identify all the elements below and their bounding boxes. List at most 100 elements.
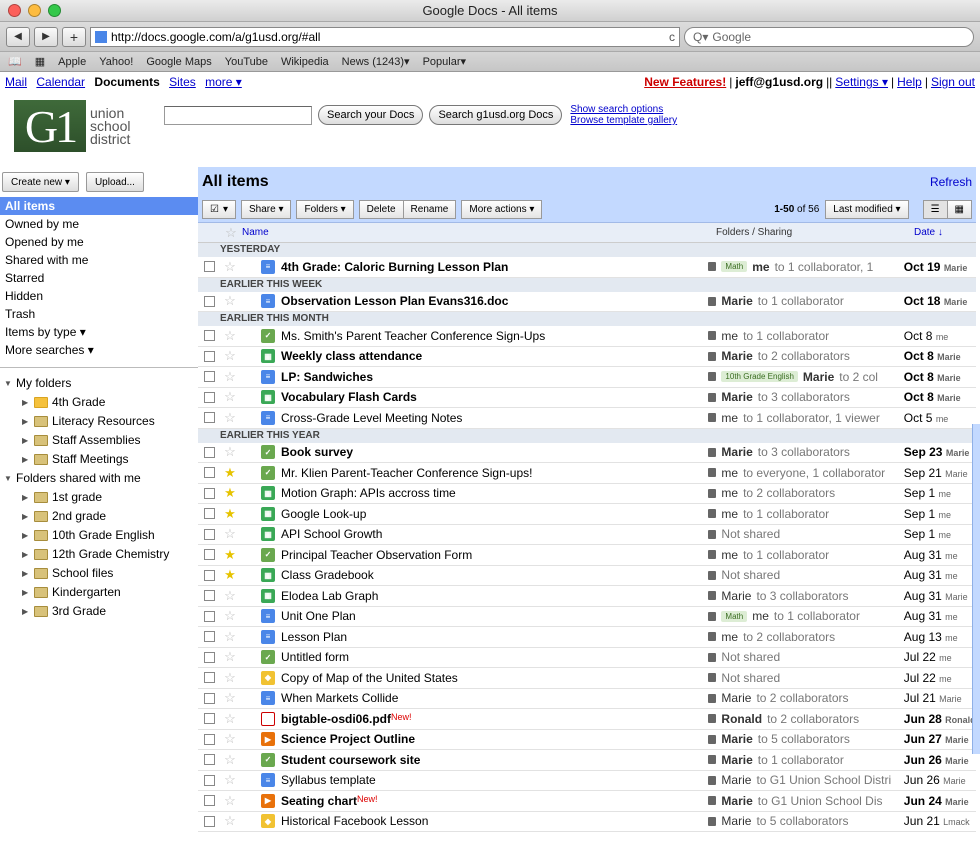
sidebar-item-opened-by-me[interactable]: Opened by me bbox=[0, 233, 198, 251]
doc-name-link[interactable]: LP: Sandwiches bbox=[281, 370, 708, 384]
table-row[interactable]: ☆ ✓ Untitled form Not shared Jul 22 me bbox=[198, 648, 976, 668]
star-icon[interactable]: ☆ bbox=[221, 369, 239, 385]
chevron-right-icon[interactable]: ▶ bbox=[22, 526, 30, 545]
delete-button[interactable]: Delete bbox=[358, 200, 404, 219]
doc-name-link[interactable]: Observation Lesson Plan Evans316.doc bbox=[281, 294, 708, 308]
doc-name-link[interactable]: Science Project Outline bbox=[281, 732, 708, 746]
sidebar-item-hidden[interactable]: Hidden bbox=[0, 287, 198, 305]
row-checkbox[interactable] bbox=[204, 733, 215, 745]
bookmark-google-maps[interactable]: Google Maps bbox=[146, 56, 211, 68]
table-row[interactable]: ☆ ▦ API School Growth Not shared Sep 1 me bbox=[198, 525, 976, 545]
select-menu-button[interactable]: ☑ ▾ bbox=[202, 200, 236, 219]
help-link[interactable]: Help bbox=[897, 75, 922, 89]
row-checkbox[interactable] bbox=[204, 795, 215, 807]
rename-button[interactable]: Rename bbox=[403, 200, 457, 219]
shared-folder-item[interactable]: ▶ 3rd Grade bbox=[0, 602, 198, 621]
browser-search-field[interactable]: Q▾ Google bbox=[684, 26, 974, 47]
star-icon[interactable]: ☆ bbox=[221, 772, 239, 788]
new-features-link[interactable]: New Features! bbox=[644, 75, 726, 89]
docs-search-input[interactable] bbox=[164, 105, 312, 125]
sidebar-item-shared-with-me[interactable]: Shared with me bbox=[0, 251, 198, 269]
star-icon[interactable]: ☆ bbox=[221, 293, 239, 309]
col-name-header[interactable]: Name bbox=[240, 227, 716, 238]
table-row[interactable]: ☆ ≡ Lesson Plan me to 2 collaborators Aug 13 … bbox=[198, 627, 976, 648]
folders-menu-button[interactable]: Folders ▾ bbox=[296, 200, 354, 219]
doc-name-link[interactable]: Ms. Smith's Parent Teacher Conference Si… bbox=[281, 329, 708, 343]
star-icon[interactable]: ☆ bbox=[221, 731, 239, 747]
star-icon[interactable]: ☆ bbox=[221, 588, 239, 604]
table-row[interactable]: ☆ ▦ Vocabulary Flash Cards Marie to 3 collab… bbox=[198, 388, 976, 408]
doc-name-link[interactable]: Class Gradebook bbox=[281, 568, 708, 582]
row-checkbox[interactable] bbox=[204, 391, 215, 403]
refresh-link[interactable]: Refresh bbox=[930, 175, 972, 189]
table-row[interactable]: ☆ ≡ Unit One Plan Math me to 1 collaborator Au… bbox=[198, 607, 976, 627]
shared-folders-toggle[interactable]: ▼ Folders shared with me bbox=[0, 469, 198, 488]
doc-name-link[interactable]: When Markets Collide bbox=[281, 691, 708, 705]
doc-name-link[interactable]: Cross-Grade Level Meeting Notes bbox=[281, 411, 708, 425]
doc-name-link[interactable]: 4th Grade: Caloric Burning Lesson Plan bbox=[281, 260, 708, 274]
star-icon[interactable]: ☆ bbox=[221, 259, 239, 275]
col-date-header[interactable]: Date ↓ bbox=[914, 227, 943, 238]
table-row[interactable]: ☆ ≡ LP: Sandwiches 10th Grade English Marie t… bbox=[198, 367, 976, 388]
row-checkbox[interactable] bbox=[204, 692, 215, 704]
doc-name-link[interactable]: Student coursework site bbox=[281, 753, 708, 767]
row-checkbox[interactable] bbox=[204, 330, 215, 342]
doc-name-link[interactable]: Seating chartNew! bbox=[281, 794, 708, 808]
gbar-mail-link[interactable]: Mail bbox=[5, 75, 27, 89]
row-checkbox[interactable] bbox=[204, 295, 215, 307]
chevron-right-icon[interactable]: ▶ bbox=[22, 545, 30, 564]
sidebar-item-all-items[interactable]: All items bbox=[0, 197, 198, 215]
row-checkbox[interactable] bbox=[204, 446, 215, 458]
back-button[interactable]: ◀ bbox=[6, 26, 30, 47]
star-icon[interactable]: ☆ bbox=[221, 649, 239, 665]
table-row[interactable]: ☆ ✓ Student coursework site Marie to 1 colla… bbox=[198, 750, 976, 771]
doc-name-link[interactable]: Elodea Lab Graph bbox=[281, 589, 708, 603]
shared-folder-item[interactable]: ▶ School files bbox=[0, 564, 198, 583]
chevron-right-icon[interactable]: ▶ bbox=[22, 602, 30, 621]
upload-button[interactable]: Upload... bbox=[85, 172, 144, 192]
list-view-icon[interactable]: ☰ bbox=[922, 200, 948, 219]
sidebar-item-trash[interactable]: Trash bbox=[0, 305, 198, 323]
folder-item[interactable]: ▶ 4th Grade bbox=[0, 393, 198, 412]
table-row[interactable]: ☆ ✓ Book survey Marie to 3 collaborators Sep … bbox=[198, 443, 976, 463]
bookmark-wikipedia[interactable]: Wikipedia bbox=[281, 56, 329, 68]
create-new-button[interactable]: Create new ▾ bbox=[2, 172, 79, 192]
table-row[interactable]: ☆ ✓ Ms. Smith's Parent Teacher Conference … bbox=[198, 326, 976, 347]
top-sites-grid-icon[interactable]: ▦ bbox=[35, 55, 45, 68]
sign-out-link[interactable]: Sign out bbox=[931, 75, 975, 89]
close-window-button[interactable] bbox=[8, 4, 21, 17]
row-checkbox[interactable] bbox=[204, 261, 215, 273]
row-checkbox[interactable] bbox=[204, 528, 215, 540]
add-bookmark-button[interactable]: + bbox=[62, 26, 86, 47]
table-row[interactable]: ☆ ▦ Elodea Lab Graph Marie to 3 collaborator… bbox=[198, 586, 976, 607]
folder-item[interactable]: ▶ Literacy Resources bbox=[0, 412, 198, 431]
star-icon[interactable]: ☆ bbox=[221, 348, 239, 364]
sidebar-item-owned-by-me[interactable]: Owned by me bbox=[0, 215, 198, 233]
star-icon[interactable]: ★ bbox=[221, 485, 239, 501]
settings-link[interactable]: Settings ▾ bbox=[835, 75, 888, 89]
row-checkbox[interactable] bbox=[204, 508, 215, 520]
table-row[interactable]: ☆ ◆ Historical Facebook Lesson Marie to 5 co… bbox=[198, 812, 976, 832]
table-row[interactable]: ☆ ≡ 4th Grade: Caloric Burning Lesson Plan… bbox=[198, 257, 976, 278]
zoom-window-button[interactable] bbox=[48, 4, 61, 17]
table-row[interactable]: ☆ ≡ Syllabus template Marie to G1 Union Scho… bbox=[198, 771, 976, 791]
star-icon[interactable]: ☆ bbox=[221, 389, 239, 405]
share-menu-button[interactable]: Share ▾ bbox=[241, 200, 292, 219]
row-checkbox[interactable] bbox=[204, 412, 215, 424]
row-checkbox[interactable] bbox=[204, 815, 215, 827]
url-bar[interactable]: http://docs.google.com/a/g1usd.org/#all … bbox=[90, 26, 680, 47]
table-row[interactable]: ★ ✓ Mr. Klien Parent-Teacher Conference Si… bbox=[198, 463, 976, 484]
doc-name-link[interactable]: Book survey bbox=[281, 445, 708, 459]
doc-name-link[interactable]: Lesson Plan bbox=[281, 630, 708, 644]
district-logo[interactable]: G1 union school district bbox=[14, 100, 144, 152]
doc-name-link[interactable]: Historical Facebook Lesson bbox=[281, 814, 708, 828]
folder-tag[interactable]: Math bbox=[721, 261, 748, 273]
shared-folder-item[interactable]: ▶ 2nd grade bbox=[0, 507, 198, 526]
shared-folder-item[interactable]: ▶ 12th Grade Chemistry bbox=[0, 545, 198, 564]
doc-name-link[interactable]: Motion Graph: APIs accross time bbox=[281, 486, 708, 500]
table-row[interactable]: ★ ▦ Class Gradebook Not shared Aug 31 me bbox=[198, 566, 976, 586]
row-checkbox[interactable] bbox=[204, 754, 215, 766]
row-checkbox[interactable] bbox=[204, 713, 215, 725]
chevron-right-icon[interactable]: ▶ bbox=[22, 488, 30, 507]
chevron-right-icon[interactable]: ▶ bbox=[22, 583, 30, 602]
